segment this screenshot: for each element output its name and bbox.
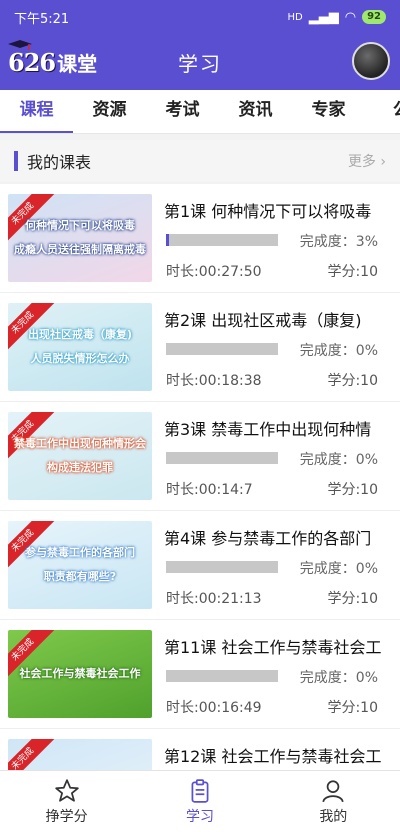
tab-experts[interactable]: 专家	[292, 90, 365, 133]
credit-text: 学分:10	[327, 264, 378, 280]
duration-text: 时长:00:16:49	[166, 700, 262, 716]
user-icon	[322, 779, 344, 802]
thumb-caption: 构成违法犯罪	[47, 461, 113, 474]
course-thumbnail[interactable]: 未完成 何种情况下可以将吸毒 成瘾人员送往强制隔离戒毒	[8, 194, 152, 282]
nav-mine[interactable]: 我的	[267, 771, 400, 832]
credit-text: 学分:10	[327, 591, 378, 607]
progress-bar	[166, 452, 278, 464]
course-title[interactable]: 第2课 出现社区戒毒（康复)	[164, 307, 392, 331]
course-item[interactable]: 未完成 第12课 社会工作与禁毒社会工 完成度：0%	[0, 729, 400, 770]
wifi-icon: ◠	[344, 9, 357, 25]
nav-study[interactable]: 学习	[133, 771, 266, 832]
completion-text: 完成度：0%	[299, 343, 378, 359]
clipboard-icon	[191, 778, 209, 803]
tab-exams[interactable]: 考试	[146, 90, 219, 133]
status-time: 下午5:21	[14, 11, 70, 27]
course-thumbnail[interactable]: 未完成 社会工作与禁毒社会工作	[8, 630, 152, 718]
category-tabs: 课程 资源 考试 资讯 专家 公	[0, 90, 400, 134]
course-thumbnail[interactable]: 未完成 参与禁毒工作的各部门 职责都有哪些?	[8, 521, 152, 609]
status-ribbon: 未完成	[8, 739, 55, 770]
credit-text: 学分:10	[327, 373, 378, 389]
nav-label: 我的	[319, 808, 348, 825]
course-item[interactable]: 未完成 参与禁毒工作的各部门 职责都有哪些? 第4课 参与禁毒工作的各部门 完成度…	[0, 511, 400, 620]
section-accent-bar	[14, 151, 18, 171]
nav-earn-credits[interactable]: 挣学分	[0, 771, 133, 832]
course-item[interactable]: 未完成 何种情况下可以将吸毒 成瘾人员送往强制隔离戒毒 第1课 何种情况下可以将吸…	[0, 184, 400, 293]
section-title: 我的课表	[27, 153, 92, 172]
battery-icon: 92	[362, 10, 386, 24]
chevron-right-icon: ›	[380, 154, 386, 170]
thumb-caption: 成瘾人员送往强制隔离戒毒	[14, 243, 146, 256]
progress-fill	[166, 234, 170, 246]
avatar[interactable]	[352, 42, 390, 80]
thumb-caption: 禁毒工作中出现何种情形会	[14, 437, 146, 450]
course-list[interactable]: 未完成 何种情况下可以将吸毒 成瘾人员送往强制隔离戒毒 第1课 何种情况下可以将吸…	[0, 184, 400, 770]
tab-more-partial[interactable]: 公	[365, 90, 400, 133]
thumb-caption: 职责都有哪些?	[43, 570, 117, 583]
course-thumbnail[interactable]: 未完成 出现社区戒毒（康复) 人员脱失情形怎么办	[8, 303, 152, 391]
course-title[interactable]: 第3课 禁毒工作中出现何种情	[164, 416, 392, 440]
tab-resources[interactable]: 资源	[73, 90, 146, 133]
course-title[interactable]: 第12课 社会工作与禁毒社会工	[164, 743, 392, 767]
duration-text: 时长:00:27:50	[166, 264, 262, 280]
credit-text: 学分:10	[327, 482, 378, 498]
status-bar: 下午5:21 HD ▂▄▆ ◠ 92	[0, 0, 400, 34]
completion-text: 完成度：0%	[299, 670, 378, 686]
progress-bar	[166, 561, 278, 573]
progress-bar	[166, 343, 278, 355]
signal-icon: HD	[287, 11, 303, 23]
course-title[interactable]: 第11课 社会工作与禁毒社会工	[164, 634, 392, 658]
course-title[interactable]: 第1课 何种情况下可以将吸毒	[164, 198, 392, 222]
course-thumbnail[interactable]: 未完成	[8, 739, 152, 770]
app-bar: 626 课堂 学习	[0, 34, 400, 90]
nav-label: 学习	[185, 808, 214, 825]
course-title[interactable]: 第4课 参与禁毒工作的各部门	[164, 525, 392, 549]
progress-bar	[166, 670, 278, 682]
thumb-caption: 出现社区戒毒（康复)	[27, 328, 133, 341]
page-title: 学习	[178, 51, 222, 76]
thumb-caption: 参与禁毒工作的各部门	[25, 546, 135, 559]
my-schedule-header: 我的课表 更多 ›	[0, 140, 400, 182]
course-item[interactable]: 未完成 社会工作与禁毒社会工作 第11课 社会工作与禁毒社会工 完成度：0% 时…	[0, 620, 400, 729]
course-item[interactable]: 未完成 禁毒工作中出现何种情形会 构成违法犯罪 第3课 禁毒工作中出现何种情 完成…	[0, 402, 400, 511]
signal-bars-icon: ▂▄▆	[308, 9, 339, 25]
status-icons: HD ▂▄▆ ◠ 92	[287, 9, 386, 25]
completion-text: 完成度：3%	[299, 234, 378, 250]
thumb-caption: 社会工作与禁毒社会工作	[19, 667, 141, 680]
thumb-caption: 何种情况下可以将吸毒	[25, 219, 135, 232]
bottom-nav: 挣学分 学习 我的	[0, 770, 400, 832]
progress-bar	[166, 234, 278, 246]
tab-news[interactable]: 资讯	[219, 90, 292, 133]
tab-courses[interactable]: 课程	[0, 90, 73, 133]
nav-label: 挣学分	[45, 808, 88, 825]
more-link[interactable]: 更多 ›	[348, 151, 386, 171]
duration-text: 时长:00:18:38	[166, 373, 262, 389]
duration-text: 时长:00:14:7	[166, 482, 253, 498]
course-item[interactable]: 未完成 出现社区戒毒（康复) 人员脱失情形怎么办 第2课 出现社区戒毒（康复) 完…	[0, 293, 400, 402]
credit-text: 学分:10	[327, 700, 378, 716]
completion-text: 完成度：0%	[299, 452, 378, 468]
thumb-caption: 人员脱失情形怎么办	[30, 352, 130, 365]
star-icon	[54, 778, 79, 802]
course-thumbnail[interactable]: 未完成 禁毒工作中出现何种情形会 构成违法犯罪	[8, 412, 152, 500]
duration-text: 时长:00:21:13	[166, 591, 262, 607]
completion-text: 完成度：0%	[299, 561, 378, 577]
